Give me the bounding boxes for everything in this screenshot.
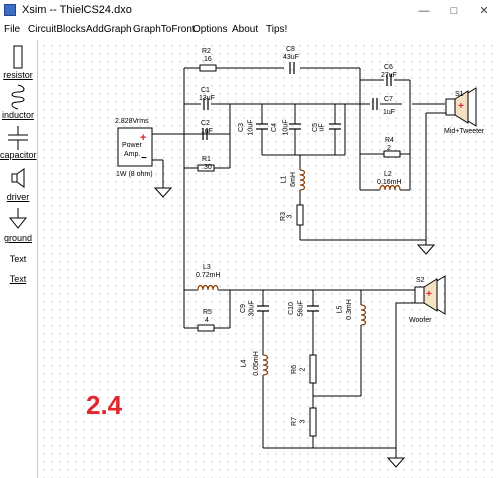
label-c1: C1 (201, 87, 210, 94)
value-c1: 13uF (199, 95, 215, 102)
value-r5: 4 (205, 317, 209, 324)
value-r2: .16 (202, 56, 212, 63)
label-r7: R7 (290, 417, 298, 426)
value-c7: 1uF (383, 109, 396, 116)
value-r1: .30 (202, 164, 212, 171)
value-r7: 3 (299, 419, 307, 424)
label-r2: R2 (202, 48, 211, 55)
label-c7: C7 (384, 96, 393, 103)
value-l1: 6mH (289, 172, 297, 187)
label-l4: L4 (240, 359, 248, 368)
speaker-s2-label: Woofer (409, 317, 432, 324)
label-l3: L3 (203, 264, 211, 271)
label-r1: R1 (202, 156, 211, 163)
value-l3: 0.72mH (196, 272, 221, 279)
s1-plus-icon: + (458, 101, 464, 112)
source-note: 1W (8 ohm) (116, 171, 153, 178)
label-c3: C3 (237, 123, 245, 132)
plus-icon: + (140, 132, 147, 144)
label-c9: C9 (239, 304, 247, 313)
minus-icon: − (141, 153, 147, 164)
value-l5: 0.3mH (345, 299, 353, 320)
value-c9: 30uF (248, 300, 256, 317)
label-s2: S2 (416, 277, 425, 284)
label-r4: R4 (385, 137, 394, 144)
value-c2: 1uF (201, 128, 214, 135)
value-r6: 2 (299, 367, 307, 372)
power-amp-label-2: Amp. (124, 151, 141, 158)
power-amp-label-1: Power (122, 142, 142, 149)
value-c8: 43uF (283, 54, 299, 61)
source-voltage: 2.828Vrms (115, 118, 149, 125)
value-c5: uF (318, 123, 326, 132)
label-r6: R6 (290, 365, 298, 374)
value-l4: 0.05mH (252, 351, 260, 376)
s2-plus-icon: + (426, 289, 432, 300)
value-r4: 2 (387, 145, 391, 152)
label-l2: L2 (384, 171, 392, 178)
label-s1: S1 (455, 91, 464, 98)
label-c6: C6 (384, 64, 393, 71)
label-l5: L5 (336, 305, 344, 314)
label-c8: C8 (286, 46, 295, 53)
speaker-s1-label: Mid+Tweeter (444, 128, 485, 135)
value-c6: 27uF (381, 72, 397, 79)
label-c10: C10 (287, 302, 295, 315)
value-c4: 10uF (282, 119, 290, 136)
label-c2: C2 (201, 120, 210, 127)
annotation-label: 2.4 (86, 390, 123, 420)
value-c3: 10uF (247, 119, 255, 136)
label-c4: C4 (270, 123, 278, 132)
label-r5: R5 (203, 309, 212, 316)
schematic-labels: 2.828Vrms Power Amp. + − 1W (8 ohm) R2 .… (0, 0, 499, 478)
label-l1: L1 (280, 175, 288, 184)
value-l2: 0.16mH (377, 179, 402, 186)
value-r3: 3 (286, 214, 294, 219)
value-c10: 56uF (297, 300, 305, 317)
